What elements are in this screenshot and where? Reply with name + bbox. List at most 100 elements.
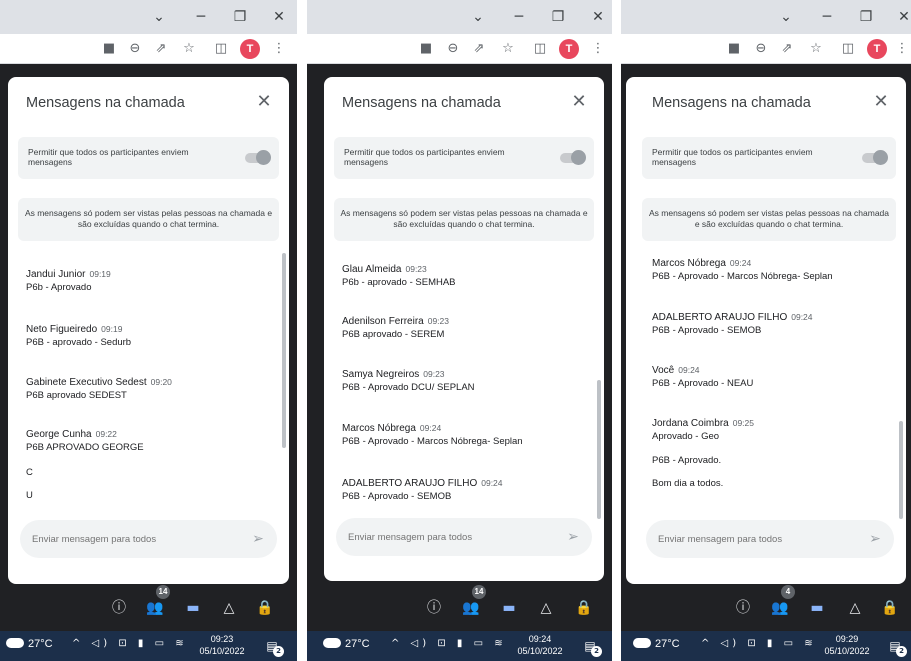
avatar[interactable]: T (867, 39, 887, 59)
list-item: Marcos Nóbrega 09:24 (342, 418, 441, 436)
scrollbar[interactable] (899, 421, 903, 519)
info-icon[interactable]: ⓘ (733, 598, 753, 618)
share-icon[interactable]: ⇗ (470, 40, 488, 58)
toggle-knob[interactable] (571, 150, 586, 165)
zoom-icon[interactable]: ⊖ (752, 40, 770, 58)
weather-widget[interactable]: 27°C (323, 638, 370, 650)
host-controls-icon[interactable]: 🔒 (255, 598, 275, 618)
panel-title: Mensagens na chamada (652, 95, 811, 111)
list-item: Marcos Nóbrega 09:24 (652, 253, 751, 271)
message-input[interactable] (348, 528, 523, 546)
message-time: 09:23 (423, 369, 445, 379)
permission-setting: Permitir que todos os participantes envi… (642, 137, 896, 179)
star-icon[interactable]: ☆ (499, 40, 517, 58)
notification-count: 2 (591, 646, 602, 657)
message-input[interactable] (658, 530, 833, 548)
people-icon[interactable]: 👥 (145, 598, 165, 618)
system-tray[interactable]: ^ ◁) ⊡ ▮ ▭ ≋ (391, 638, 507, 649)
camera-icon[interactable]: ■ (100, 40, 118, 58)
close-icon[interactable]: ✕ (568, 91, 590, 113)
side-panel-icon[interactable]: ◫ (531, 40, 549, 58)
minimize-icon[interactable]: ─ (190, 8, 212, 26)
message-text: Bom dia a todos. (652, 478, 724, 489)
info-icon[interactable]: ⓘ (424, 598, 444, 618)
share-icon[interactable]: ⇗ (778, 40, 796, 58)
message-text: P6b - aprovado - SEMHAB (342, 277, 456, 288)
activities-icon[interactable]: △ (219, 598, 239, 618)
clock[interactable]: 09:29 05/10/2022 (819, 633, 875, 657)
host-controls-icon[interactable]: 🔒 (880, 598, 900, 618)
system-tray[interactable]: ^ ◁) ⊡ ▮ ▭ ≋ (701, 638, 817, 649)
message-sender: Glau Almeida (342, 264, 402, 275)
restore-icon[interactable]: ❐ (229, 8, 251, 26)
message-time: 09:25 (732, 418, 754, 428)
chat-icon[interactable]: ▬ (807, 598, 827, 618)
star-icon[interactable]: ☆ (807, 40, 825, 58)
chat-icon[interactable]: ▬ (183, 598, 203, 618)
share-icon[interactable]: ⇗ (152, 40, 170, 58)
chevron-down-icon[interactable]: ⌄ (148, 8, 170, 26)
list-item: Glau Almeida 09:23 (342, 259, 427, 277)
minimize-icon[interactable]: ─ (508, 8, 530, 26)
notification-icon[interactable]: ▤ 2 (885, 636, 907, 657)
activities-icon[interactable]: △ (845, 598, 865, 618)
close-icon[interactable]: ✕ (587, 8, 609, 26)
zoom-icon[interactable]: ⊖ (126, 40, 144, 58)
zoom-icon[interactable]: ⊖ (444, 40, 462, 58)
camera-icon[interactable]: ■ (417, 40, 435, 58)
side-panel-icon[interactable]: ◫ (839, 40, 857, 58)
side-panel-icon[interactable]: ◫ (212, 40, 230, 58)
message-input[interactable] (32, 530, 207, 548)
camera-icon[interactable]: ■ (725, 40, 743, 58)
info-icon[interactable]: ⓘ (109, 598, 129, 618)
weather-widget[interactable]: 27°C (6, 638, 53, 650)
message-text: P6B - Aprovado - Marcos Nóbrega- Seplan (652, 271, 833, 282)
clock-date: 05/10/2022 (517, 646, 563, 656)
avatar[interactable]: T (559, 39, 579, 59)
toggle-knob[interactable] (873, 150, 888, 165)
people-icon[interactable]: 👥 (770, 598, 790, 618)
message-sender: Neto Figueiredo (26, 324, 98, 335)
clock[interactable]: 09:24 05/10/2022 (512, 633, 568, 657)
permission-label: Permitir que todos os participantes envi… (344, 147, 505, 167)
send-icon[interactable]: ➢ (866, 530, 884, 548)
chat-icon[interactable]: ▬ (499, 598, 519, 618)
avatar[interactable]: T (240, 39, 260, 59)
more-vert-icon[interactable]: ⋮ (270, 40, 288, 58)
send-icon[interactable]: ➢ (564, 528, 582, 546)
close-icon[interactable]: ✕ (870, 91, 892, 113)
notification-icon[interactable]: ▤ 2 (262, 636, 284, 657)
chevron-down-icon[interactable]: ⌄ (467, 8, 489, 26)
star-icon[interactable]: ☆ (180, 40, 198, 58)
windows-taskbar: 27°C ^ ◁) ⊡ ▮ ▭ ≋ 09:29 05/10/2022 ▤ 2 (621, 631, 911, 661)
permission-label: Permitir que todos os participantes envi… (28, 147, 189, 167)
meet-controls: ⓘ 👥 14 ▬ △ 🔒 (307, 577, 612, 637)
list-item: Gabinete Executivo Sedest 09:20 (26, 372, 172, 390)
info-notice: As mensagens só podem ser vistas pelas p… (334, 198, 594, 241)
close-icon[interactable]: ✕ (268, 8, 290, 26)
message-text: C (26, 467, 33, 478)
toggle-knob[interactable] (256, 150, 271, 165)
host-controls-icon[interactable]: 🔒 (574, 598, 594, 618)
message-text: Aprovado - Geo (652, 431, 720, 442)
restore-icon[interactable]: ❐ (855, 8, 877, 26)
scrollbar[interactable] (282, 253, 286, 448)
more-vert-icon[interactable]: ⋮ (893, 40, 911, 58)
close-icon[interactable]: ✕ (253, 91, 275, 113)
people-icon[interactable]: 👥 (461, 598, 481, 618)
send-icon[interactable]: ➢ (249, 530, 267, 548)
close-icon[interactable]: ✕ (893, 8, 911, 26)
more-vert-icon[interactable]: ⋮ (589, 40, 607, 58)
system-tray[interactable]: ^ ◁) ⊡ ▮ ▭ ≋ (72, 638, 188, 649)
message-time: 09:23 (405, 264, 427, 274)
browser-titlebar: ⌄ ─ ❐ ✕ (307, 0, 612, 34)
weather-widget[interactable]: 27°C (633, 638, 680, 650)
notification-icon[interactable]: ▤ 2 (580, 636, 602, 657)
chevron-down-icon[interactable]: ⌄ (775, 8, 797, 26)
clock[interactable]: 09:23 05/10/2022 (194, 633, 250, 657)
scrollbar[interactable] (597, 380, 601, 519)
activities-icon[interactable]: △ (536, 598, 556, 618)
minimize-icon[interactable]: ─ (816, 8, 838, 26)
chat-panel: Mensagens na chamada ✕ Permitir que todo… (8, 77, 289, 584)
restore-icon[interactable]: ❐ (547, 8, 569, 26)
